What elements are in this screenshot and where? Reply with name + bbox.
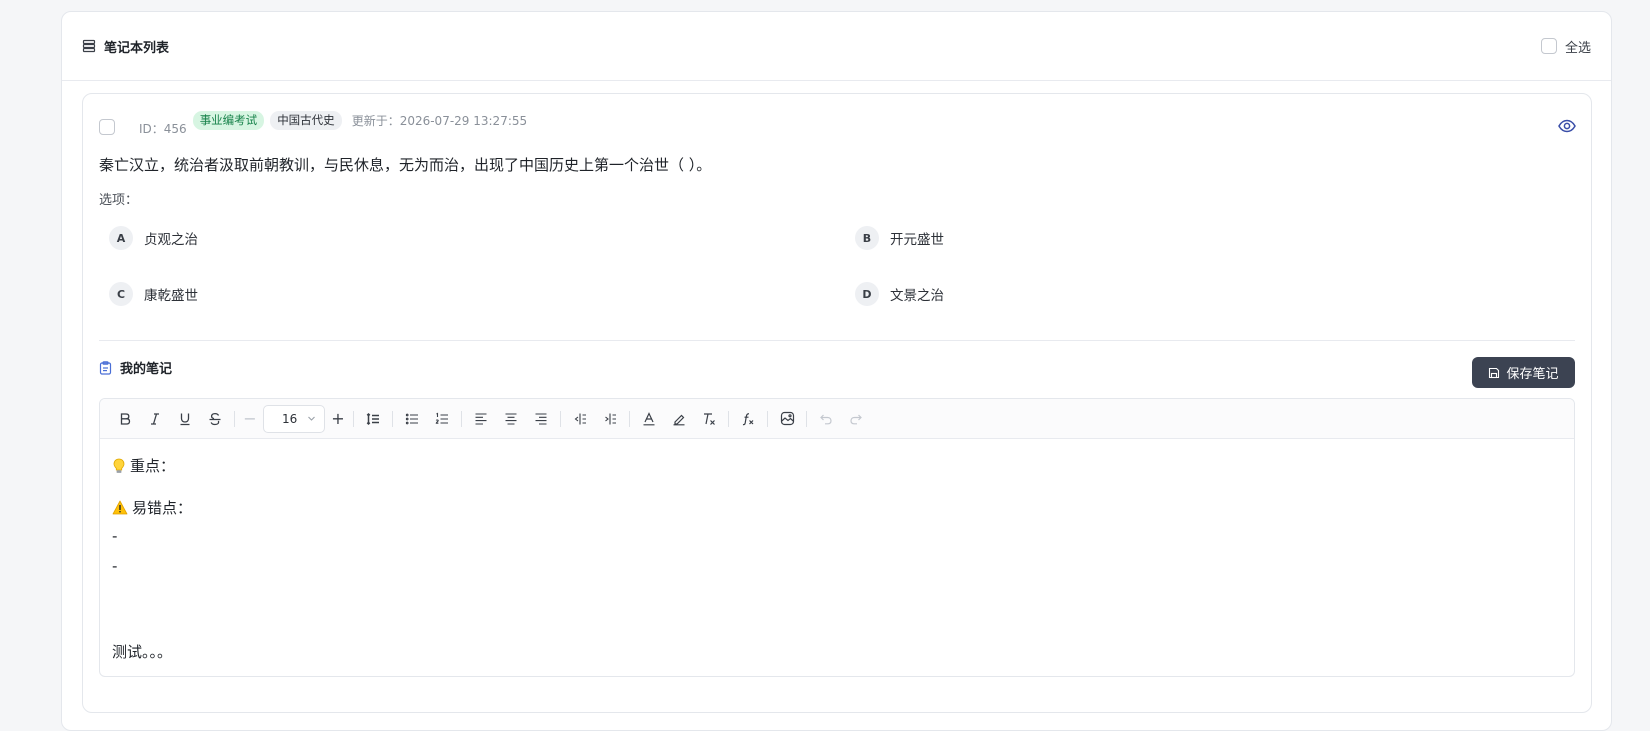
- warning-icon: [112, 500, 128, 515]
- underline-icon[interactable]: [170, 404, 200, 434]
- save-note-button[interactable]: 保存笔记: [1472, 357, 1575, 388]
- toolbar-separator: [461, 410, 462, 427]
- list-icon: [82, 39, 96, 53]
- align-right-icon[interactable]: [526, 404, 556, 434]
- card-meta: ID：456 事业编考试 中国古代史 更新于：2026-07-29 13:27:…: [99, 110, 1575, 140]
- toolbar-separator: [560, 410, 561, 427]
- option-text: 康乾盛世: [144, 288, 198, 304]
- note-title-text: 我的笔记: [120, 362, 173, 377]
- lightbulb-icon: [112, 458, 126, 474]
- toolbar-separator: [392, 410, 393, 427]
- align-left-icon[interactable]: [466, 404, 496, 434]
- clipboard-icon: [99, 360, 112, 375]
- option-text: 开元盛世: [890, 232, 944, 248]
- panel-header: 笔记本列表 全选: [62, 12, 1611, 81]
- option-letter: D: [855, 282, 879, 306]
- italic-icon[interactable]: [140, 404, 170, 434]
- option-text: 文景之治: [890, 288, 944, 304]
- option-b[interactable]: B 开元盛世: [855, 226, 944, 250]
- panel-title-text: 笔记本列表: [104, 40, 170, 56]
- toolbar-separator: [767, 410, 768, 427]
- card-id: ID：456: [139, 121, 187, 136]
- numbered-list-icon[interactable]: [427, 404, 457, 434]
- options-label: 选项：: [99, 193, 139, 208]
- option-letter: B: [855, 226, 879, 250]
- clear-format-icon[interactable]: [694, 404, 724, 434]
- select-all-checkbox[interactable]: 全选: [1540, 37, 1591, 56]
- card-checkbox[interactable]: [99, 119, 115, 135]
- select-all-box[interactable]: [1540, 38, 1557, 54]
- key-point-line: 重点：: [112, 455, 175, 476]
- highlight-icon[interactable]: [664, 404, 694, 434]
- toolbar-separator: [353, 410, 354, 427]
- font-color-icon[interactable]: [634, 404, 664, 434]
- chevron-down-icon: [307, 414, 316, 423]
- note-title: 我的笔记: [99, 358, 172, 377]
- editor-toolbar: − 16 +: [100, 399, 1574, 439]
- error-point-text: 易错点：: [132, 499, 193, 517]
- divider: [99, 340, 1575, 341]
- panel-title: 笔记本列表: [82, 37, 169, 56]
- error-point-line: 易错点：: [112, 497, 192, 518]
- undo-icon[interactable]: [811, 404, 841, 434]
- align-center-icon[interactable]: [496, 404, 526, 434]
- save-label: 保存笔记: [1506, 367, 1559, 382]
- font-increase-button[interactable]: +: [327, 404, 349, 434]
- toolbar-separator: [728, 410, 729, 427]
- tag-exam: 事业编考试: [192, 110, 265, 130]
- option-text: 贞观之治: [144, 232, 198, 248]
- note-card: ID：456 事业编考试 中国古代史 更新于：2026-07-29 13:27:…: [82, 93, 1592, 713]
- option-c[interactable]: C 康乾盛世: [109, 282, 198, 306]
- bold-icon[interactable]: [110, 404, 140, 434]
- notebook-panel: 笔记本列表 全选 ID：456 事业编考试 中国古代史 更新于：2026-07-…: [61, 11, 1612, 731]
- key-point-text: 重点：: [130, 457, 176, 475]
- updated-time: 更新于：2026-07-29 13:27:55: [351, 113, 528, 128]
- font-size-select[interactable]: 16: [263, 404, 325, 433]
- option-letter: C: [109, 282, 133, 306]
- option-letter: A: [109, 226, 133, 250]
- dash-line-1: -: [112, 527, 118, 545]
- tag-subject: 中国古代史: [270, 110, 342, 130]
- toolbar-separator: [234, 410, 235, 427]
- line-height-icon[interactable]: [358, 404, 388, 434]
- bullet-list-icon[interactable]: [397, 404, 427, 434]
- save-icon: [1488, 367, 1500, 379]
- dash-line-2: -: [112, 557, 118, 575]
- note-editor[interactable]: − 16 + 重点： 易错点： - - 测试。。。: [99, 398, 1575, 677]
- strikethrough-icon[interactable]: [200, 404, 230, 434]
- font-decrease-button[interactable]: −: [239, 404, 261, 434]
- image-icon[interactable]: [772, 404, 802, 434]
- indent-decrease-icon[interactable]: [565, 404, 595, 434]
- toolbar-separator: [629, 410, 630, 427]
- select-all-label: 全选: [1564, 40, 1591, 56]
- indent-increase-icon[interactable]: [595, 404, 625, 434]
- option-a[interactable]: A 贞观之治: [109, 226, 198, 250]
- option-d[interactable]: D 文景之治: [855, 282, 944, 306]
- redo-icon[interactable]: [841, 404, 871, 434]
- font-size-value: 16: [282, 411, 298, 426]
- eye-icon[interactable]: [1557, 116, 1577, 136]
- test-line: 测试。。。: [112, 643, 173, 661]
- toolbar-separator: [806, 410, 807, 427]
- formula-icon[interactable]: [733, 404, 763, 434]
- question-text: 秦亡汉立，统治者汲取前朝教训，与民休息，无为而治，出现了中国历史上第一个治世（ …: [99, 156, 712, 174]
